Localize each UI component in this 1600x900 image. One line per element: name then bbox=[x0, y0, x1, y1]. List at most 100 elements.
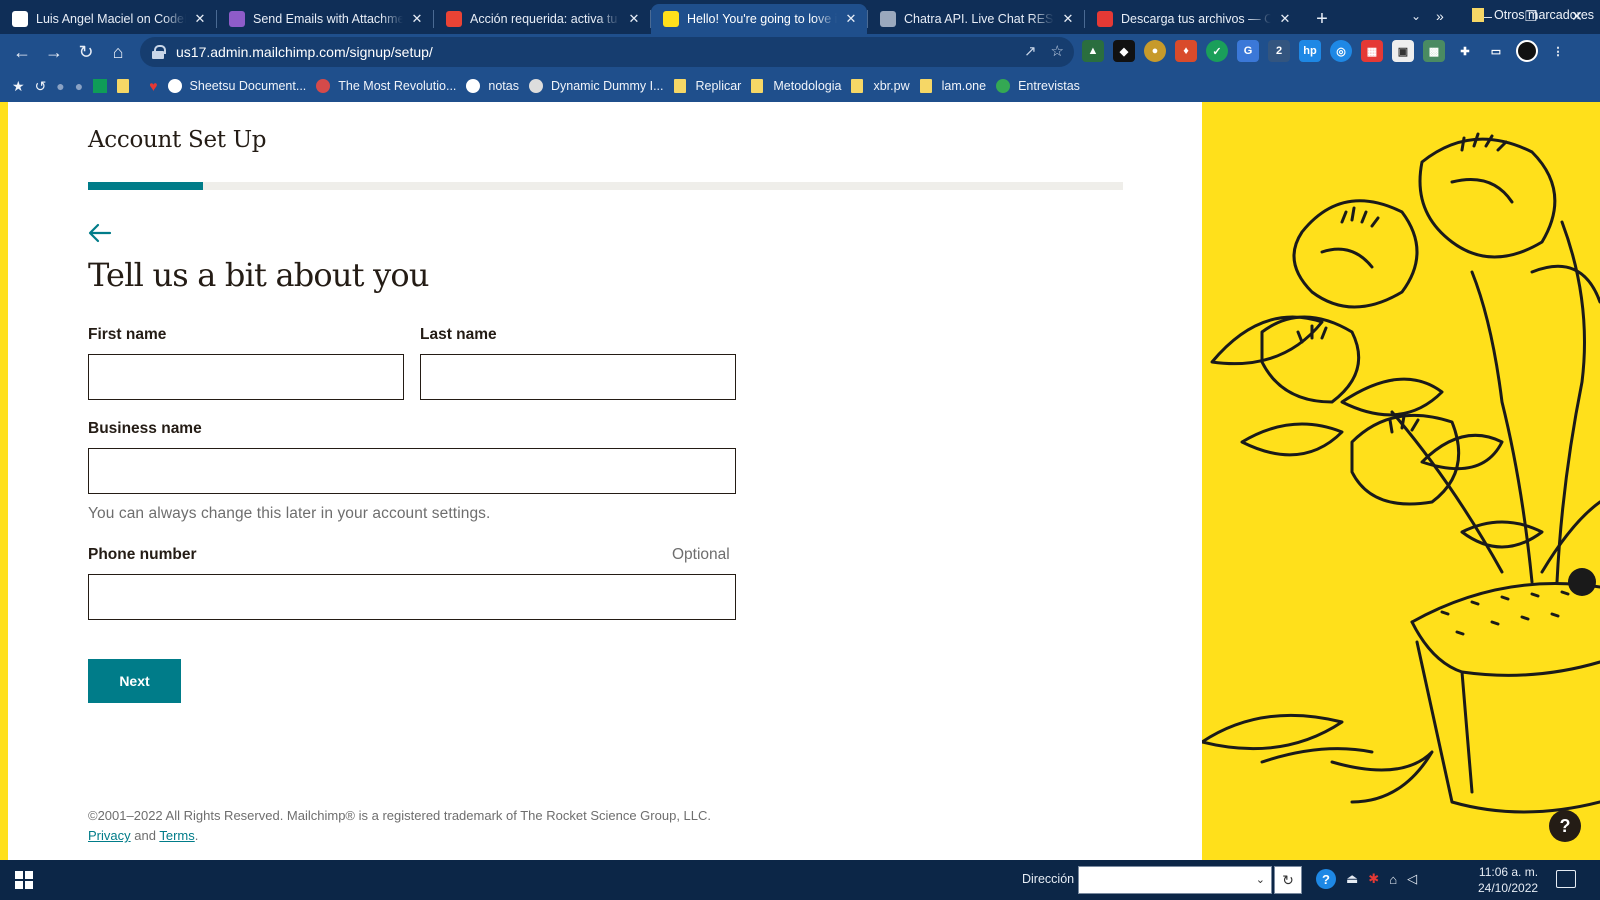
bookmark-label: The Most Revolutio... bbox=[338, 79, 457, 93]
windows-taskbar: Dirección ⌄ ↻ ? ⏏ ✱ ⌂ ◁ 11:06 a. m. 24/1… bbox=[0, 860, 1600, 900]
bookmark-link[interactable]: Entrevistas bbox=[996, 79, 1080, 93]
fire-extension-icon[interactable]: ♦ bbox=[1175, 40, 1197, 62]
bug-tray-icon[interactable]: ✱ bbox=[1368, 871, 1379, 887]
bookmark-star-icon[interactable]: ☆ bbox=[1051, 42, 1064, 60]
home-button[interactable]: ⌂ bbox=[102, 36, 134, 68]
hp-extension-icon[interactable]: hp bbox=[1299, 40, 1321, 62]
page-title: Account Set Up bbox=[88, 127, 267, 153]
tab-close-icon[interactable]: ✕ bbox=[843, 11, 859, 27]
browser-tab[interactable]: Hello! You're going to love it ✕ bbox=[651, 4, 867, 34]
forward-button[interactable]: → bbox=[38, 36, 70, 68]
history-icon[interactable]: ↺ bbox=[35, 78, 47, 95]
progress-fill bbox=[88, 182, 203, 190]
notifications-icon[interactable] bbox=[1556, 870, 1576, 888]
speaker-tray-icon[interactable]: ◁ bbox=[1407, 871, 1417, 887]
qr-extension-icon[interactable]: ▩ bbox=[1423, 40, 1445, 62]
bookmark-link[interactable]: notas bbox=[466, 79, 519, 93]
privacy-link[interactable]: Privacy bbox=[88, 828, 131, 843]
folder-icon bbox=[673, 79, 686, 93]
browser-tab[interactable]: Luis Angel Maciel on CodePen ✕ bbox=[0, 4, 216, 34]
back-button[interactable]: ← bbox=[6, 36, 38, 68]
bookmark-folder[interactable]: xbr.pw bbox=[851, 79, 910, 93]
drive-extension-icon[interactable]: ▲ bbox=[1082, 40, 1104, 62]
star-icon[interactable]: ★ bbox=[12, 78, 25, 95]
left-accent-stripe bbox=[0, 102, 8, 860]
bookmark-folder[interactable]: Metodologia bbox=[751, 79, 841, 93]
circle-extension-icon[interactable]: ◎ bbox=[1330, 40, 1352, 62]
grid-extension-icon[interactable]: ▦ bbox=[1361, 40, 1383, 62]
browser-tab[interactable]: Send Emails with Attachments ✕ bbox=[217, 4, 433, 34]
cookie-extension-icon[interactable]: ● bbox=[1144, 40, 1166, 62]
last-name-input[interactable] bbox=[420, 354, 736, 400]
translate-extension-icon[interactable]: G bbox=[1237, 40, 1259, 62]
tab-close-icon[interactable]: ✕ bbox=[1277, 11, 1293, 27]
first-name-label: First name bbox=[88, 326, 167, 343]
tab-title: Hello! You're going to love it bbox=[687, 12, 837, 26]
tab-favicon-icon bbox=[663, 11, 679, 27]
address-toolbar-label: Dirección bbox=[1022, 872, 1075, 886]
back-arrow-icon[interactable] bbox=[88, 222, 112, 244]
heart-icon[interactable]: ♥ bbox=[149, 78, 157, 94]
bookmark-icon-1[interactable]: ● bbox=[56, 78, 64, 94]
address-bar[interactable]: us17.admin.mailchimp.com/signup/setup/ ↗… bbox=[140, 37, 1074, 67]
first-name-input[interactable] bbox=[88, 354, 404, 400]
phone-number-input[interactable] bbox=[88, 574, 736, 620]
business-name-input[interactable] bbox=[88, 448, 736, 494]
tab-search-icon[interactable]: ⌄ bbox=[1404, 6, 1428, 26]
next-button[interactable]: Next bbox=[88, 659, 181, 703]
tab-close-icon[interactable]: ✕ bbox=[409, 11, 425, 27]
browser-tab[interactable]: Acción requerida: activa tu w ✕ bbox=[434, 4, 650, 34]
bookmark-label: Replicar bbox=[695, 79, 742, 93]
share-icon[interactable]: ↗ bbox=[1024, 42, 1037, 60]
terms-link[interactable]: Terms bbox=[159, 828, 194, 843]
bookmark-favicon-icon bbox=[316, 79, 331, 93]
help-tray-icon[interactable]: ? bbox=[1316, 869, 1336, 889]
help-button[interactable]: ? bbox=[1549, 810, 1581, 842]
puzzle-extensions-icon[interactable]: ✚ bbox=[1454, 40, 1476, 62]
tab-title: Descarga tus archivos — Con bbox=[1121, 12, 1271, 26]
tab-close-icon[interactable]: ✕ bbox=[626, 11, 642, 27]
bookmark-label: Dynamic Dummy I... bbox=[550, 79, 664, 93]
bookmark-icon-2[interactable]: ● bbox=[75, 78, 83, 94]
tab-close-icon[interactable]: ✕ bbox=[1060, 11, 1076, 27]
start-button[interactable] bbox=[0, 860, 48, 900]
mailchimp-page: Account Set Up Tell us a bit about you F… bbox=[0, 102, 1600, 860]
bookmark-link[interactable]: Dynamic Dummy I... bbox=[528, 79, 664, 93]
system-tray: ? ⏏ ✱ ⌂ ◁ bbox=[1316, 869, 1417, 889]
url-text: us17.admin.mailchimp.com/signup/setup/ bbox=[176, 44, 433, 60]
menu-kebab-icon[interactable]: ⋮ bbox=[1547, 40, 1569, 62]
legal-links: Privacy and Terms. bbox=[88, 826, 711, 846]
clock[interactable]: 11:06 a. m. 24/10/2022 bbox=[1478, 864, 1538, 896]
network-tray-icon[interactable]: ⌂ bbox=[1389, 872, 1397, 887]
browser-tab[interactable]: Descarga tus archivos — Con ✕ bbox=[1085, 4, 1301, 34]
tab-title: Acción requerida: activa tu w bbox=[470, 12, 620, 26]
chevron-down-icon[interactable]: ⌄ bbox=[1256, 873, 1265, 886]
tab-close-icon[interactable]: ✕ bbox=[192, 11, 208, 27]
folder-icon[interactable] bbox=[117, 79, 139, 93]
tab-favicon-icon bbox=[446, 11, 462, 27]
flower-pot-drawing bbox=[1202, 132, 1600, 814]
browser-toolbar: ← → ↻ ⌂ us17.admin.mailchimp.com/signup/… bbox=[0, 34, 1600, 70]
address-toolbar-input[interactable]: ⌄ bbox=[1078, 866, 1272, 894]
usb-tray-icon[interactable]: ⏏ bbox=[1346, 871, 1358, 887]
side-panel-icon[interactable]: ▭ bbox=[1485, 40, 1507, 62]
clock-time: 11:06 a. m. bbox=[1478, 865, 1539, 879]
screenshot-extension-icon[interactable]: ▣ bbox=[1392, 40, 1414, 62]
more-bookmarks-button[interactable]: » bbox=[1436, 8, 1444, 24]
bookmarks-bar: ★ ↺ ● ● ♥ Sheetsu Document... The Most Re… bbox=[0, 70, 1600, 102]
browser-tab[interactable]: Chatra API. Live Chat REST y ✕ bbox=[868, 4, 1084, 34]
bookmark-link[interactable]: The Most Revolutio... bbox=[316, 79, 456, 93]
counter-extension-icon[interactable]: 2 bbox=[1268, 40, 1290, 62]
tab-title: Luis Angel Maciel on CodePen bbox=[36, 12, 186, 26]
bookmark-link[interactable]: Sheetsu Document... bbox=[167, 79, 306, 93]
other-bookmarks-folder[interactable]: Otros marcadores bbox=[1472, 8, 1594, 22]
shield-extension-icon[interactable]: ◆ bbox=[1113, 40, 1135, 62]
grammarly-extension-icon[interactable]: ✓ bbox=[1206, 40, 1228, 62]
address-go-button[interactable]: ↻ bbox=[1274, 866, 1302, 894]
reload-button[interactable]: ↻ bbox=[70, 36, 102, 68]
bookmark-folder[interactable]: lam.one bbox=[919, 79, 986, 93]
profile-avatar[interactable] bbox=[1516, 40, 1538, 62]
sheets-icon[interactable] bbox=[93, 79, 108, 93]
new-tab-button[interactable]: + bbox=[1307, 4, 1337, 34]
bookmark-folder[interactable]: Replicar bbox=[673, 79, 742, 93]
